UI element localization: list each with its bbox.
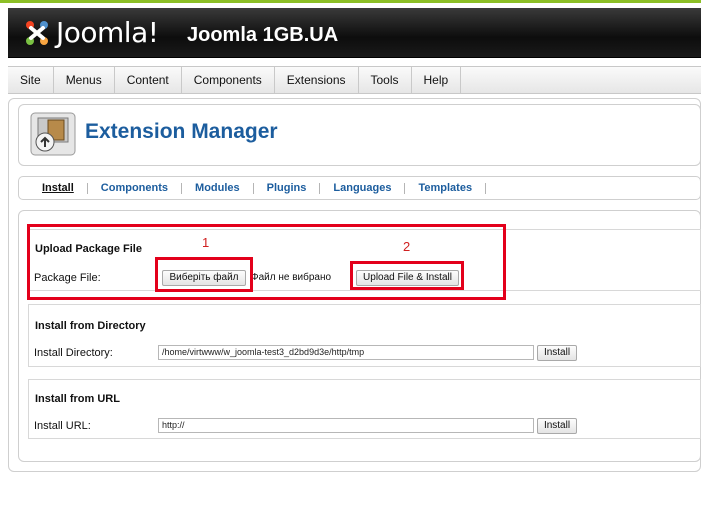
directory-section-title: Install from Directory — [35, 320, 146, 332]
annotation-highlight-upload-button — [350, 261, 464, 290]
menu-item-tools[interactable]: Tools — [359, 67, 412, 93]
subnav-plugins[interactable]: Plugins — [254, 182, 321, 194]
joomla-logo-icon — [26, 21, 48, 45]
menu-item-content[interactable]: Content — [115, 67, 182, 93]
subnav-modules[interactable]: Modules — [182, 182, 254, 194]
menu-item-components[interactable]: Components — [182, 67, 275, 93]
annotation-number-1: 1 — [202, 235, 210, 250]
install-directory-button[interactable]: Install — [537, 345, 577, 361]
menu-item-site[interactable]: Site — [8, 67, 54, 93]
admin-header: Joomla! Joomla 1GB.UA — [8, 8, 701, 58]
annotation-number-2: 2 — [403, 239, 411, 254]
install-url-input[interactable]: http:// — [158, 418, 534, 433]
joomla-logo-text: Joomla! — [56, 16, 159, 49]
install-directory-input[interactable]: /home/virtwww/w_joomla-test3_d2bd9d3e/ht… — [158, 345, 534, 360]
menu-item-menus[interactable]: Menus — [54, 67, 115, 93]
site-title: Joomla 1GB.UA — [187, 24, 339, 46]
install-url-label: Install URL: — [34, 420, 91, 432]
annotation-highlight-choose-file — [155, 257, 253, 292]
subnav-install[interactable]: Install — [29, 182, 88, 194]
install-url-button[interactable]: Install — [537, 418, 577, 434]
menu-item-help[interactable]: Help — [412, 67, 462, 93]
subnav-languages[interactable]: Languages — [320, 182, 406, 194]
top-accent-stripe — [0, 0, 701, 3]
install-url-section: Install from URL Install URL: http:// In… — [28, 379, 701, 439]
page-title: Extension Manager — [85, 120, 278, 143]
subnav-components[interactable]: Components — [88, 182, 183, 194]
install-directory-section: Install from Directory Install Directory… — [28, 304, 701, 367]
install-directory-label: Install Directory: — [34, 347, 113, 359]
subnav-templates[interactable]: Templates — [405, 182, 487, 194]
extension-subnav: Install Components Modules Plugins Langu… — [18, 176, 701, 200]
main-menu-bar: Site Menus Content Components Extensions… — [8, 66, 701, 94]
menu-item-extensions[interactable]: Extensions — [275, 67, 359, 93]
extension-manager-icon — [30, 112, 76, 156]
url-section-title: Install from URL — [35, 393, 120, 405]
